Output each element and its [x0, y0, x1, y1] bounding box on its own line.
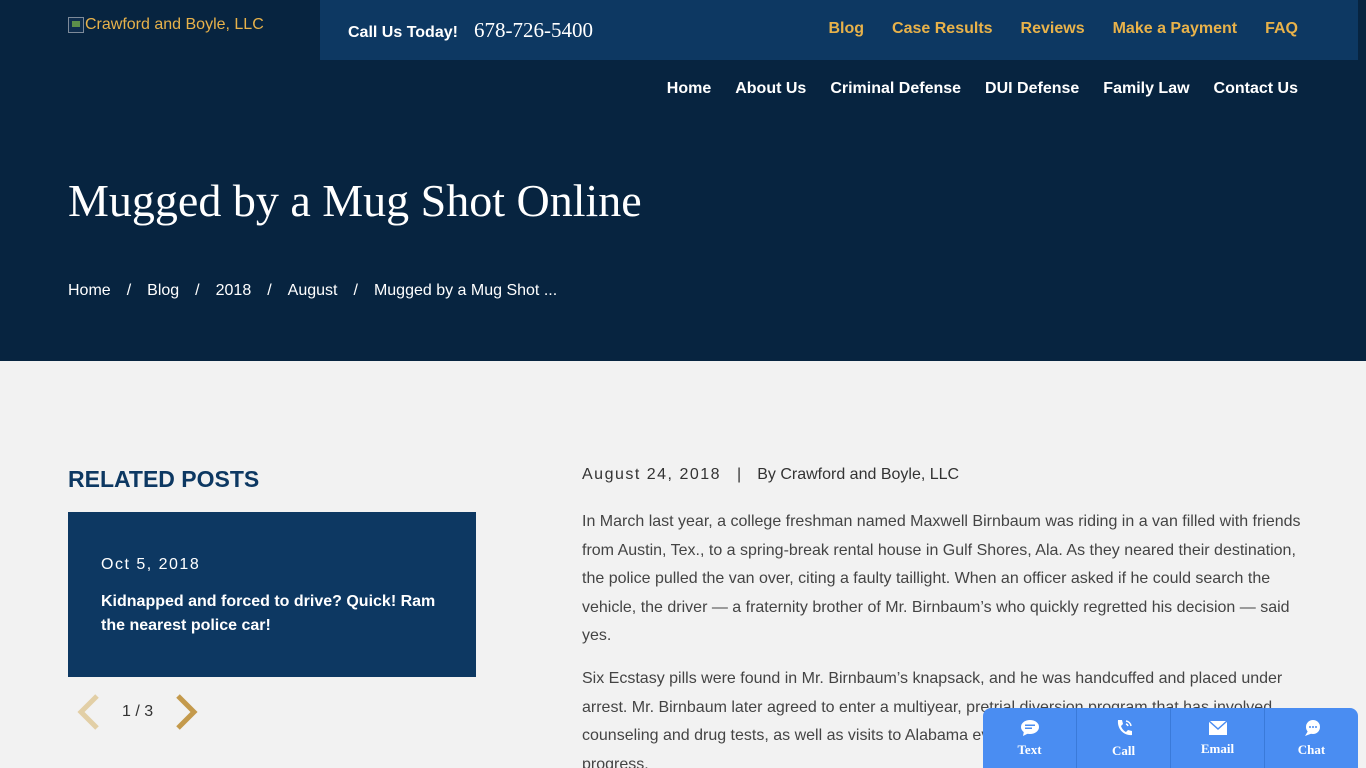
chat-bubble-icon — [1020, 719, 1039, 736]
util-nav-case-results[interactable]: Case Results — [892, 20, 993, 38]
article-date: August 24, 2018 — [582, 466, 722, 483]
util-nav-faq[interactable]: FAQ — [1265, 20, 1298, 38]
breadcrumb-separator: / — [195, 282, 200, 299]
chat-icon — [1304, 719, 1320, 736]
email-button-label: Email — [1200, 740, 1235, 756]
chat-button[interactable]: Chat — [1265, 708, 1358, 768]
nav-about-us[interactable]: About Us — [735, 80, 806, 98]
nav-family-law[interactable]: Family Law — [1103, 80, 1189, 98]
call-button[interactable]: Call — [1077, 708, 1171, 768]
util-nav-reviews[interactable]: Reviews — [1021, 20, 1085, 38]
call-label: Call Us Today! — [348, 24, 458, 41]
breadcrumb-home[interactable]: Home — [68, 282, 111, 300]
article-paragraph: In March last year, a college freshman n… — [582, 513, 1301, 645]
related-post-title[interactable]: Kidnapped and forced to drive? Quick! Ra… — [101, 590, 443, 638]
broken-image-icon — [68, 17, 84, 33]
breadcrumb-year[interactable]: 2018 — [216, 282, 252, 300]
related-post-card[interactable]: Oct 5, 2018 Kidnapped and forced to driv… — [68, 512, 476, 677]
util-nav-make-a-payment[interactable]: Make a Payment — [1113, 20, 1238, 38]
contact-widget: Text Call Email Chat — [983, 708, 1358, 768]
text-button[interactable]: Text — [983, 708, 1077, 768]
site-logo[interactable]: Crawford and Boyle, LLC — [68, 16, 264, 34]
nav-criminal-defense[interactable]: Criminal Defense — [830, 80, 961, 98]
article-meta: August 24, 2018 | By Crawford and Boyle,… — [582, 466, 959, 484]
article-author: By Crawford and Boyle, LLC — [757, 466, 960, 483]
call-us: Call Us Today! 678-726-5400 — [348, 18, 593, 43]
envelope-icon — [1208, 719, 1227, 735]
chevron-right-icon — [176, 694, 198, 730]
breadcrumb-blog[interactable]: Blog — [147, 282, 179, 300]
breadcrumb-separator: / — [126, 282, 132, 299]
prev-button[interactable] — [68, 690, 108, 734]
related-posts-pager: 1 / 3 — [68, 690, 207, 734]
main-nav: Home About Us Criminal Defense DUI Defen… — [667, 80, 1298, 98]
meta-separator: | — [737, 466, 742, 483]
chevron-left-icon — [77, 694, 99, 730]
util-nav-blog[interactable]: Blog — [829, 20, 865, 38]
logo-text: Crawford and Boyle, LLC — [85, 16, 264, 33]
nav-dui-defense[interactable]: DUI Defense — [985, 80, 1079, 98]
breadcrumb-month[interactable]: August — [288, 282, 338, 300]
phone-link[interactable]: 678-726-5400 — [474, 18, 593, 43]
breadcrumb-current: Mugged by a Mug Shot ... — [373, 282, 558, 299]
breadcrumb-separator: / — [353, 282, 358, 299]
call-button-label: Call — [1111, 742, 1136, 758]
phone-icon — [1117, 719, 1132, 735]
next-button[interactable] — [167, 690, 207, 734]
nav-home[interactable]: Home — [667, 80, 711, 98]
related-posts-heading: RELATED POSTS — [68, 466, 260, 492]
related-post-date: Oct 5, 2018 — [101, 556, 201, 573]
breadcrumb-separator: / — [267, 282, 272, 299]
nav-contact-us[interactable]: Contact Us — [1214, 80, 1298, 98]
text-button-label: Text — [1017, 741, 1042, 757]
pager-count: 1 / 3 — [122, 703, 154, 720]
chat-button-label: Chat — [1297, 741, 1326, 757]
utility-nav: Blog Case Results Reviews Make a Payment… — [829, 20, 1299, 38]
email-button[interactable]: Email — [1171, 708, 1265, 768]
page-title: Mugged by a Mug Shot Online — [68, 175, 642, 226]
breadcrumb: Home / Blog / 2018 / August / Mugged by … — [68, 282, 557, 300]
